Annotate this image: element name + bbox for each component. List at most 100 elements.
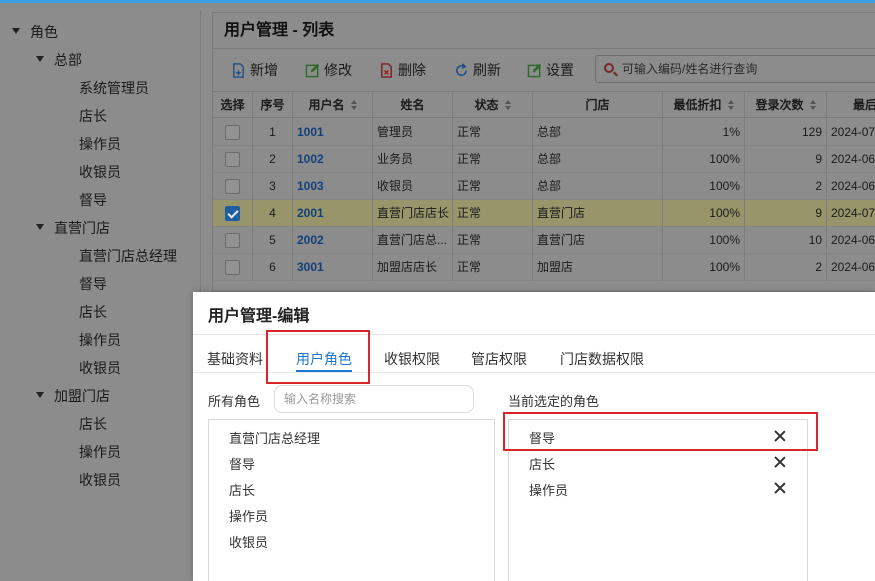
cell-logins: 2	[745, 254, 827, 281]
tree-item[interactable]: 操作员	[79, 438, 121, 466]
tab-basic-info[interactable]: 基础资料	[207, 349, 263, 369]
remove-role-icon[interactable]	[774, 456, 786, 468]
cell-status: 正常	[453, 173, 533, 200]
row-checkbox[interactable]	[225, 152, 240, 167]
row-checkbox[interactable]	[225, 233, 240, 248]
cell-name: 收银员	[373, 173, 453, 200]
cell-name: 加盟店店长	[373, 254, 453, 281]
tree-group-hq[interactable]: 总部	[36, 46, 82, 74]
settings-button[interactable]: 设置	[527, 58, 574, 82]
cell-logins: 129	[745, 119, 827, 146]
cell-status: 正常	[453, 254, 533, 281]
col-logins[interactable]: 登录次数	[745, 92, 827, 119]
tree-root[interactable]: 角色	[12, 18, 58, 46]
tree-group-direct[interactable]: 直营门店	[36, 214, 110, 242]
refresh-button[interactable]: 刷新	[454, 58, 501, 82]
delete-file-icon	[381, 63, 392, 78]
row-checkbox[interactable]	[225, 260, 240, 275]
toolbar: 新增 修改 删除 刷新 设置 可输入编码/姓名进行查询	[213, 50, 875, 90]
col-username[interactable]: 用户名	[293, 92, 373, 119]
sort-icon[interactable]	[727, 100, 734, 110]
tree-item[interactable]: 店长	[79, 102, 107, 130]
cell-username[interactable]: 1003	[293, 173, 373, 200]
table-row[interactable]: 1 1001 管理员 正常 总部 1% 129 2024-07-	[213, 119, 875, 146]
tree-item[interactable]: 店长	[79, 410, 107, 438]
remove-role-icon[interactable]	[774, 482, 786, 494]
table-row-selected[interactable]: 4 2001 直营门店店长 正常 直营门店 100% 9 2024-07-	[213, 200, 875, 227]
tree-group-label: 直营门店	[54, 220, 110, 236]
dialog-title: 用户管理-编辑	[208, 308, 310, 325]
caret-down-icon[interactable]	[36, 392, 44, 399]
row-checkbox[interactable]	[225, 125, 240, 140]
cell-status: 正常	[453, 200, 533, 227]
cell-logins: 9	[745, 200, 827, 227]
tree-item[interactable]: 督导	[79, 270, 107, 298]
sort-icon[interactable]	[504, 100, 511, 110]
cell-discount: 100%	[663, 254, 745, 281]
cell-username[interactable]: 1001	[293, 119, 373, 146]
cell-index: 2	[253, 146, 293, 173]
tree-item[interactable]: 店长	[79, 298, 107, 326]
tree-item[interactable]: 收银员	[79, 354, 121, 382]
list-search-input[interactable]: 可输入编码/姓名进行查询	[595, 55, 875, 83]
row-select-cell	[213, 254, 253, 281]
tab-store-data-permissions[interactable]: 门店数据权限	[560, 349, 644, 369]
highlight-box-tab	[266, 330, 370, 384]
row-checkbox[interactable]	[225, 179, 240, 194]
list-title: 用户管理 - 列表	[213, 13, 875, 49]
role-item[interactable]: 操作员	[229, 506, 268, 525]
cell-username[interactable]: 1002	[293, 146, 373, 173]
cell-last: 2024-07-	[831, 125, 875, 139]
tree-root-label: 角色	[30, 24, 58, 40]
col-status-label: 状态	[474, 98, 499, 112]
tree-item[interactable]: 操作员	[79, 326, 121, 354]
role-item[interactable]: 督导	[229, 454, 255, 473]
delete-button[interactable]: 删除	[379, 58, 426, 82]
row-select-cell	[213, 227, 253, 254]
tree-item[interactable]: 操作员	[79, 130, 121, 158]
tree-item[interactable]: 直营门店总经理	[79, 242, 177, 270]
edit-button[interactable]: 修改	[305, 58, 352, 82]
add-button[interactable]: 新增	[231, 58, 278, 82]
sort-icon[interactable]	[809, 100, 816, 110]
tree-item[interactable]: 收银员	[79, 466, 121, 494]
tab-store-management-permissions[interactable]: 管店权限	[471, 349, 527, 369]
caret-down-icon[interactable]	[36, 224, 44, 231]
col-discount[interactable]: 最低折扣	[663, 92, 745, 119]
row-checkbox-checked[interactable]	[225, 206, 240, 221]
table-row[interactable]: 2 1002 业务员 正常 总部 100% 9 2024-06-	[213, 146, 875, 173]
caret-down-icon[interactable]	[12, 28, 20, 35]
col-name: 姓名	[373, 92, 453, 119]
cell-index: 6	[253, 254, 293, 281]
caret-down-icon[interactable]	[36, 56, 44, 63]
tree-item[interactable]: 收银员	[79, 158, 121, 186]
tree-item[interactable]: 系统管理员	[79, 74, 149, 102]
role-item[interactable]: 店长	[229, 480, 255, 499]
tree-group-franchise[interactable]: 加盟门店	[36, 382, 110, 410]
highlight-box-selected-role	[503, 412, 818, 451]
cell-index: 1	[253, 119, 293, 146]
cell-name: 业务员	[373, 146, 453, 173]
tab-cashier-permissions[interactable]: 收银权限	[384, 349, 440, 369]
tree-group-label: 总部	[54, 52, 82, 68]
role-name-search-input[interactable]: 输入名称搜索	[274, 385, 474, 413]
table-row[interactable]: 3 1003 收银员 正常 总部 100% 2 2024-06-	[213, 173, 875, 200]
col-status[interactable]: 状态	[453, 92, 533, 119]
sort-icon[interactable]	[350, 100, 357, 110]
cell-name: 直营门店店长	[373, 200, 453, 227]
cell-name: 管理员	[373, 119, 453, 146]
role-tree: 角色 总部 系统管理员 店长 操作员 收银员 督导 直营门店 直营门店总经理 督…	[0, 10, 201, 581]
cell-username[interactable]: 3001	[293, 254, 373, 281]
cell-index: 5	[253, 227, 293, 254]
cell-username[interactable]: 2002	[293, 227, 373, 254]
user-edit-dialog: 用户管理-编辑 基础资料 用户角色 收银权限 管店权限 门店数据权限 所有角色 …	[193, 292, 875, 581]
table-row[interactable]: 6 3001 加盟店店长 正常 加盟店 100% 2 2024-06-	[213, 254, 875, 281]
cell-username[interactable]: 2001	[293, 200, 373, 227]
role-item[interactable]: 直营门店总经理	[229, 428, 320, 447]
tree-item[interactable]: 督导	[79, 186, 107, 214]
user-list-panel: 用户管理 - 列表 新增 修改 删除 刷新 设置 可输入编码/姓名进行查询 选择…	[212, 12, 875, 292]
table-row[interactable]: 5 2002 直营门店总... 正常 直营门店 100% 10 2024-06-	[213, 227, 875, 254]
cell-discount: 1%	[663, 119, 745, 146]
cell-logins: 2	[745, 173, 827, 200]
role-item[interactable]: 收银员	[229, 532, 268, 551]
